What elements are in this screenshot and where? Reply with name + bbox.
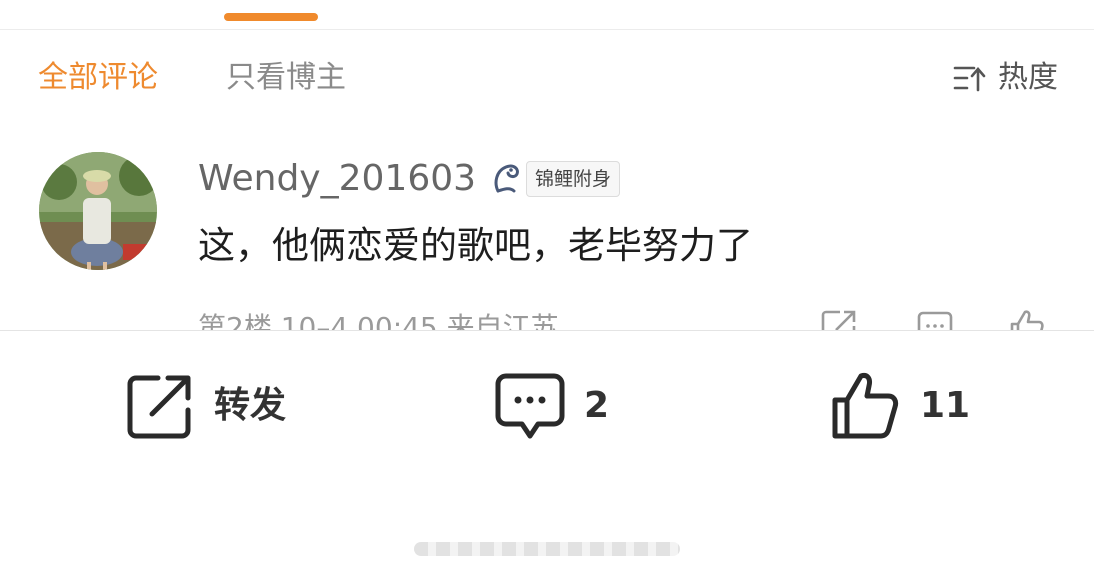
- comment-text: 这，他俩恋爱的歌吧，老毕努力了: [198, 224, 753, 267]
- repost-label: 转发: [214, 385, 287, 426]
- comment-count: 2: [584, 385, 610, 426]
- sort-by-hotness-button[interactable]: 热度: [952, 56, 1058, 100]
- like-button[interactable]: 11: [830, 368, 970, 444]
- sort-label: 热度: [998, 60, 1058, 95]
- top-divider: [0, 29, 1094, 30]
- tab-blogger-only[interactable]: 只看博主: [226, 56, 346, 100]
- comment-button[interactable]: 2: [494, 368, 609, 444]
- thumbs-up-icon[interactable]: [1008, 308, 1046, 330]
- koi-badge[interactable]: 锦鲤附身: [490, 160, 621, 198]
- like-count: 11: [920, 385, 971, 426]
- avatar[interactable]: [39, 152, 157, 270]
- badge-label: 锦鲤附身: [526, 161, 621, 197]
- username[interactable]: Wendy_201603: [198, 156, 476, 202]
- comment-item: Wendy_201603 锦鲤附身 这，他俩恋爱的歌吧，老毕努力了 第2楼 10…: [0, 140, 1094, 330]
- comment-filter-bar: 全部评论 只看博主 热度: [38, 56, 1058, 100]
- action-bar-divider: [0, 330, 1094, 331]
- home-indicator: [414, 542, 680, 556]
- tab-all-comments[interactable]: 全部评论: [38, 56, 158, 100]
- repost-icon: [127, 375, 191, 439]
- share-icon[interactable]: [820, 308, 858, 330]
- sort-icon: [953, 66, 986, 92]
- comment-icon: [495, 373, 565, 439]
- like-icon: [832, 373, 899, 439]
- repost-button[interactable]: 转发: [124, 368, 286, 444]
- comment-meta: 第2楼 10–4 00:45 来自江苏: [198, 311, 559, 330]
- koi-icon: [494, 164, 519, 193]
- active-tab-indicator: [224, 13, 318, 21]
- reply-icon[interactable]: [916, 308, 954, 330]
